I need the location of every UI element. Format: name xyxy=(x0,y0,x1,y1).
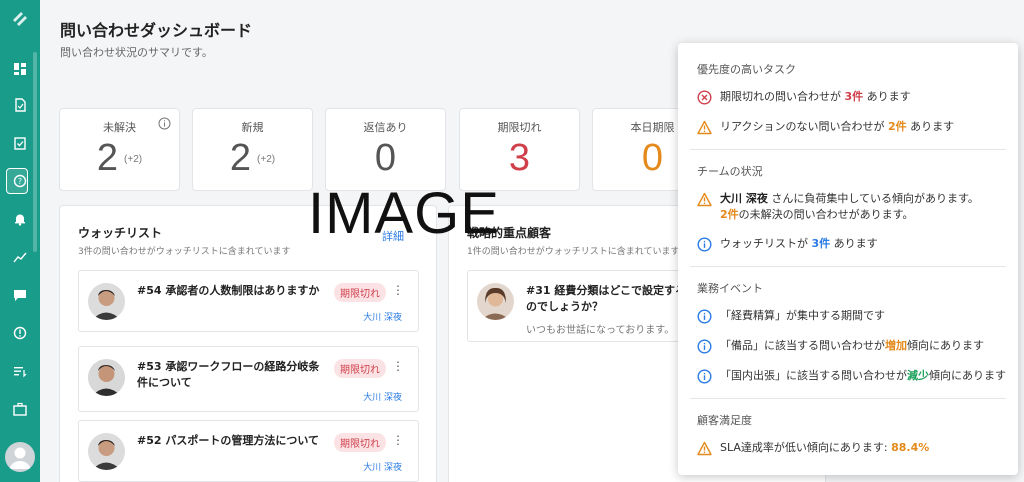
image-placeholder: IMAGE xyxy=(308,181,500,246)
info-icon xyxy=(697,369,712,384)
section-title-priority: 優先度の高いタスク xyxy=(697,63,796,76)
nav-tasks[interactable] xyxy=(0,128,40,158)
insight-row[interactable]: 「経費精算」が集中する期間です xyxy=(697,308,885,324)
info-icon[interactable] xyxy=(158,117,171,130)
stat-value: 0 xyxy=(374,137,397,179)
assignee-link[interactable]: 大川 深夜 xyxy=(363,390,402,403)
error-icon xyxy=(697,90,712,105)
stat-card-unresolved[interactable]: 未解決 2 (+2) xyxy=(59,108,180,191)
nav-business[interactable] xyxy=(0,394,40,424)
document-icon xyxy=(15,98,26,112)
stat-card-new[interactable]: 新規 2 (+2) xyxy=(192,108,313,191)
inquiry-title[interactable]: #53 承認ワークフローの経路分岐条件について xyxy=(137,359,327,391)
inquiry-title[interactable]: #54 承認者の人数制限はありますか xyxy=(137,283,327,299)
insights-popover: 優先度の高いタスク 期限切れの問い合わせが 3件 あります リアクションのない問… xyxy=(678,43,1018,475)
stat-delta: (+2) xyxy=(124,154,143,166)
assignee-link[interactable]: 大川 深夜 xyxy=(363,460,402,473)
nav-list[interactable] xyxy=(0,356,40,386)
user-icon xyxy=(10,447,30,469)
trend-icon xyxy=(13,252,27,263)
nav-analytics[interactable] xyxy=(0,242,40,272)
nav-messages[interactable] xyxy=(0,280,40,310)
insight-row[interactable]: リアクションのない問い合わせが 2件 あります xyxy=(697,119,954,135)
stat-label: 期限切れ xyxy=(497,121,542,134)
stat-label: 新規 xyxy=(241,121,264,134)
app-logo[interactable] xyxy=(9,8,31,30)
more-menu-icon[interactable]: ⋮ xyxy=(392,433,404,447)
insight-row[interactable]: 期限切れの問い合わせが 3件 あります xyxy=(697,89,911,105)
nav-documents[interactable] xyxy=(0,90,40,120)
status-badge: 期限切れ xyxy=(334,359,386,378)
page-title: 問い合わせダッシュボード xyxy=(60,21,253,40)
clipboard-check-icon xyxy=(14,137,26,150)
section-title-satisfaction: 顧客満足度 xyxy=(697,414,752,427)
user-avatar[interactable] xyxy=(5,442,35,472)
customer-avatar xyxy=(88,433,125,470)
inquiry-title[interactable]: #31 経費分類はどこで設定するのでしょうか？ xyxy=(526,283,696,315)
inquiry-item[interactable]: #53 承認ワークフローの経路分岐条件について 期限切れ ⋮ 大川 深夜 xyxy=(78,346,419,412)
stat-delta: (+2) xyxy=(257,154,276,166)
dashboard-icon xyxy=(14,63,26,75)
section-title-events: 業務イベント xyxy=(697,282,763,295)
insight-row[interactable]: ウォッチリストが 3件 あります xyxy=(697,236,878,252)
divider xyxy=(690,398,1006,399)
help-chat-icon: ? xyxy=(13,174,27,188)
nav-dashboard[interactable] xyxy=(0,54,40,84)
info-icon xyxy=(697,309,712,324)
sidebar: ? xyxy=(0,0,40,482)
info-icon xyxy=(697,339,712,354)
panel-subtitle: 3件の問い合わせがウォッチリストに含まれています xyxy=(78,247,291,257)
info-icon xyxy=(697,237,712,252)
assignee-link[interactable]: 大川 深夜 xyxy=(363,310,402,323)
inquiry-item[interactable]: #52 パスポートの管理方法について 期限切れ ⋮ 大川 深夜 xyxy=(78,420,419,482)
divider xyxy=(690,149,1006,150)
customer-avatar xyxy=(88,283,125,320)
insight-row[interactable]: 「国内出張」に該当する問い合わせが減少傾向にあります xyxy=(697,368,1006,384)
sort-list-icon xyxy=(14,367,27,378)
chat-icon xyxy=(14,290,26,301)
bell-icon xyxy=(15,214,25,226)
insight-row[interactable]: 「備品」に該当する問い合わせが増加傾向にあります xyxy=(697,338,984,354)
briefcase-icon xyxy=(13,402,27,416)
warning-icon xyxy=(697,192,712,207)
stat-value: 2 (+2) xyxy=(96,137,143,179)
insight-row[interactable]: SLA達成率が低い傾向にあります: 88.4% xyxy=(697,440,929,456)
customer-avatar xyxy=(88,359,125,396)
status-badge: 期限切れ xyxy=(334,433,386,452)
more-menu-icon[interactable]: ⋮ xyxy=(392,283,404,297)
alert-circle-icon xyxy=(13,326,27,340)
panel-title: ウォッチリスト xyxy=(78,226,163,240)
status-badge: 期限切れ xyxy=(334,283,386,302)
page-subtitle: 問い合わせ状況のサマリです。 xyxy=(60,46,213,59)
more-menu-icon[interactable]: ⋮ xyxy=(392,359,404,373)
stat-card-overdue[interactable]: 期限切れ 3 xyxy=(459,108,580,191)
divider xyxy=(690,266,1006,267)
customer-avatar xyxy=(477,283,514,320)
inquiry-title[interactable]: #52 パスポートの管理方法について xyxy=(137,433,327,449)
stat-value: 2 (+2) xyxy=(229,137,276,179)
section-title-team: チームの状況 xyxy=(697,165,763,178)
insight-row[interactable]: 大川 深夜 さんに負荷集中している傾向があります。 2件の未解決の問い合わせがあり… xyxy=(697,191,997,223)
stat-value: 3 xyxy=(508,137,531,179)
nav-notifications[interactable] xyxy=(0,204,40,234)
svg-text:?: ? xyxy=(18,177,22,186)
nav-alerts[interactable] xyxy=(0,318,40,348)
inquiry-item[interactable]: #54 承認者の人数制限はありますか 期限切れ ⋮ 大川 深夜 xyxy=(78,270,419,332)
inquiry-preview: いつもお世話になっております。 xyxy=(526,325,675,336)
warning-icon xyxy=(697,120,712,135)
warning-icon xyxy=(697,441,712,456)
stat-label: 返信あり xyxy=(363,121,408,134)
nav-inquiries[interactable]: ? xyxy=(0,166,40,196)
stat-card-replied[interactable]: 返信あり 0 xyxy=(325,108,446,191)
